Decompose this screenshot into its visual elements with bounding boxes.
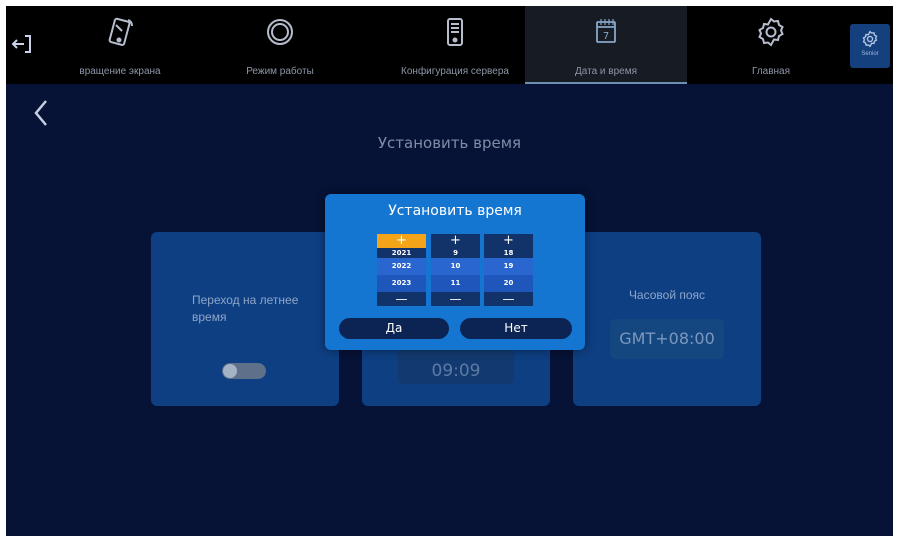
daylight-saving-toggle[interactable] (222, 363, 266, 379)
top-nav-bar: вращение экрана Режим работы Конфигураци… (6, 6, 893, 84)
nav-item-work-mode[interactable]: Режим работы (220, 6, 340, 84)
nav-label: Режим работы (246, 66, 314, 77)
timezone-label: Часовой пояс (628, 288, 706, 302)
year-value-selected[interactable]: 2022 (377, 258, 426, 275)
page-title: Установить время (377, 134, 522, 152)
nav-item-screen-rotation[interactable]: вращение экрана (60, 6, 180, 84)
daylight-saving-label: Переход на летнее время (192, 293, 299, 324)
nav-item-home[interactable]: Главная (711, 6, 831, 84)
nav-label: Дата и время (574, 66, 637, 77)
year-value[interactable]: 2021 (377, 248, 426, 258)
ring-icon (265, 16, 295, 48)
month-value[interactable]: 9 (431, 248, 480, 258)
phone-rotate-icon (105, 16, 135, 48)
app-window: вращение экрана Режим работы Конфигураци… (6, 6, 893, 536)
timezone-card: Часовой пояс GMT+08:00 (573, 232, 761, 406)
set-time-dialog: Установить время + 2021 2022 2023 — + 9 … (325, 194, 585, 350)
day-value[interactable]: 20 (484, 275, 533, 292)
settings-chip-label: Senior (861, 51, 879, 57)
calendar-icon: 7 (591, 16, 621, 48)
month-decrement-button[interactable]: — (431, 292, 480, 306)
month-value[interactable]: 11 (431, 275, 480, 292)
server-icon (440, 16, 470, 48)
day-picker: + 18 19 20 — (484, 234, 533, 306)
nav-label: вращение экрана (79, 66, 161, 77)
exit-icon[interactable] (10, 32, 34, 56)
toggle-knob (223, 364, 237, 378)
nav-label: Конфигурация сервера (401, 66, 509, 77)
time-value[interactable]: 09:09 (398, 348, 514, 384)
main-content: Установить время Переход на летнее время… (6, 84, 893, 536)
settings-gear-icon (861, 30, 879, 48)
nav-item-server-config[interactable]: Конфигурация сервера (380, 6, 530, 84)
nav-item-date-time[interactable]: 7 Дата и время (525, 6, 687, 84)
timezone-value[interactable]: GMT+08:00 (610, 319, 724, 359)
year-picker: + 2021 2022 2023 — (377, 234, 426, 306)
day-decrement-button[interactable]: — (484, 292, 533, 306)
nav-label: Главная (751, 66, 791, 77)
year-value[interactable]: 2023 (377, 275, 426, 292)
month-value-selected[interactable]: 10 (431, 258, 480, 275)
dialog-title: Установить время (388, 203, 522, 219)
settings-chip-button[interactable]: Senior (850, 24, 890, 68)
svg-text:7: 7 (603, 31, 609, 42)
day-value[interactable]: 18 (484, 248, 533, 258)
month-picker: + 9 10 11 — (431, 234, 480, 306)
day-value-selected[interactable]: 19 (484, 258, 533, 275)
gear-icon (756, 16, 786, 48)
daylight-saving-card: Переход на летнее время (151, 232, 339, 406)
confirm-button[interactable]: Да (339, 318, 449, 339)
year-decrement-button[interactable]: — (377, 292, 426, 306)
month-increment-button[interactable]: + (431, 234, 480, 248)
cancel-button[interactable]: Нет (460, 318, 572, 339)
day-increment-button[interactable]: + (484, 234, 533, 248)
back-arrow-icon[interactable] (32, 98, 50, 128)
year-increment-button[interactable]: + (377, 234, 426, 248)
